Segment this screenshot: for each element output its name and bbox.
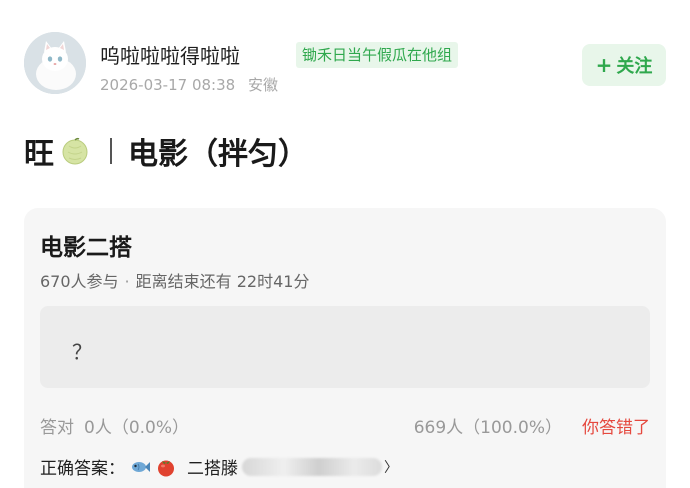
post-datetime: 2026-03-17 08:38 xyxy=(100,76,236,94)
meta-dot: · xyxy=(124,272,130,291)
white-cat-icon xyxy=(24,32,86,94)
correct-answer[interactable]: 正确答案： 二搭滕 〉 xyxy=(40,454,398,479)
melon-icon xyxy=(62,137,88,165)
correct-label: 答对 xyxy=(40,418,74,438)
poll-title: 电影二搭 xyxy=(40,235,132,261)
answer-text: 二搭滕 xyxy=(187,459,238,479)
fish-icon xyxy=(132,461,150,472)
group-tag[interactable]: 锄禾日当午假瓜在他组 xyxy=(296,42,459,68)
poll-card: 电影二搭 670人参与 · 距离结束还有 22时41分 ？ 答对 0人（0.0%） 6… xyxy=(24,208,666,488)
title-main: 电影（拌匀） xyxy=(128,137,308,172)
wrong-count: 669人（100.0%） xyxy=(413,418,562,438)
follow-label: 关注 xyxy=(616,56,653,77)
wrong-status: 你答错了 xyxy=(582,418,650,438)
blurred-answer xyxy=(242,457,382,476)
user-name[interactable]: 呜啦啦啦得啦啦 xyxy=(100,40,240,69)
title-separator xyxy=(110,138,112,164)
correct-count: 0人（0.0%） xyxy=(84,418,190,438)
poll-option-label: ？ xyxy=(72,340,92,364)
post-title: 旺 电影（拌匀） xyxy=(24,130,308,172)
avatar[interactable] xyxy=(24,32,86,94)
title-prefix: 旺 xyxy=(24,137,54,172)
answer-label: 正确答案： xyxy=(40,459,125,479)
post-meta: 2026-03-17 08:38 安徽 xyxy=(100,74,286,95)
tomato-icon xyxy=(158,460,174,476)
poll-option[interactable]: ？ xyxy=(40,306,650,388)
post-location: 安徽 xyxy=(247,76,278,94)
poll-meta: 670人参与 · 距离结束还有 22时41分 xyxy=(40,268,309,292)
poll-participants: 670人参与 xyxy=(40,272,119,291)
plus-icon: + xyxy=(595,53,613,77)
wrong-stats: 669人（100.0%） 你答错了 xyxy=(414,413,650,438)
poll-remaining: 距离结束还有 22时41分 xyxy=(135,272,310,291)
correct-stats: 答对 0人（0.0%） xyxy=(40,413,199,438)
post-header: 呜啦啦啦得啦啦 锄禾日当午假瓜在他组 2026-03-17 08:38 安徽 +… xyxy=(24,30,666,100)
chevron-right-icon: 〉 xyxy=(384,459,398,476)
post-page: 呜啦啦啦得啦啦 锄禾日当午假瓜在他组 2026-03-17 08:38 安徽 +… xyxy=(0,0,690,488)
follow-button[interactable]: + 关注 xyxy=(582,44,666,86)
